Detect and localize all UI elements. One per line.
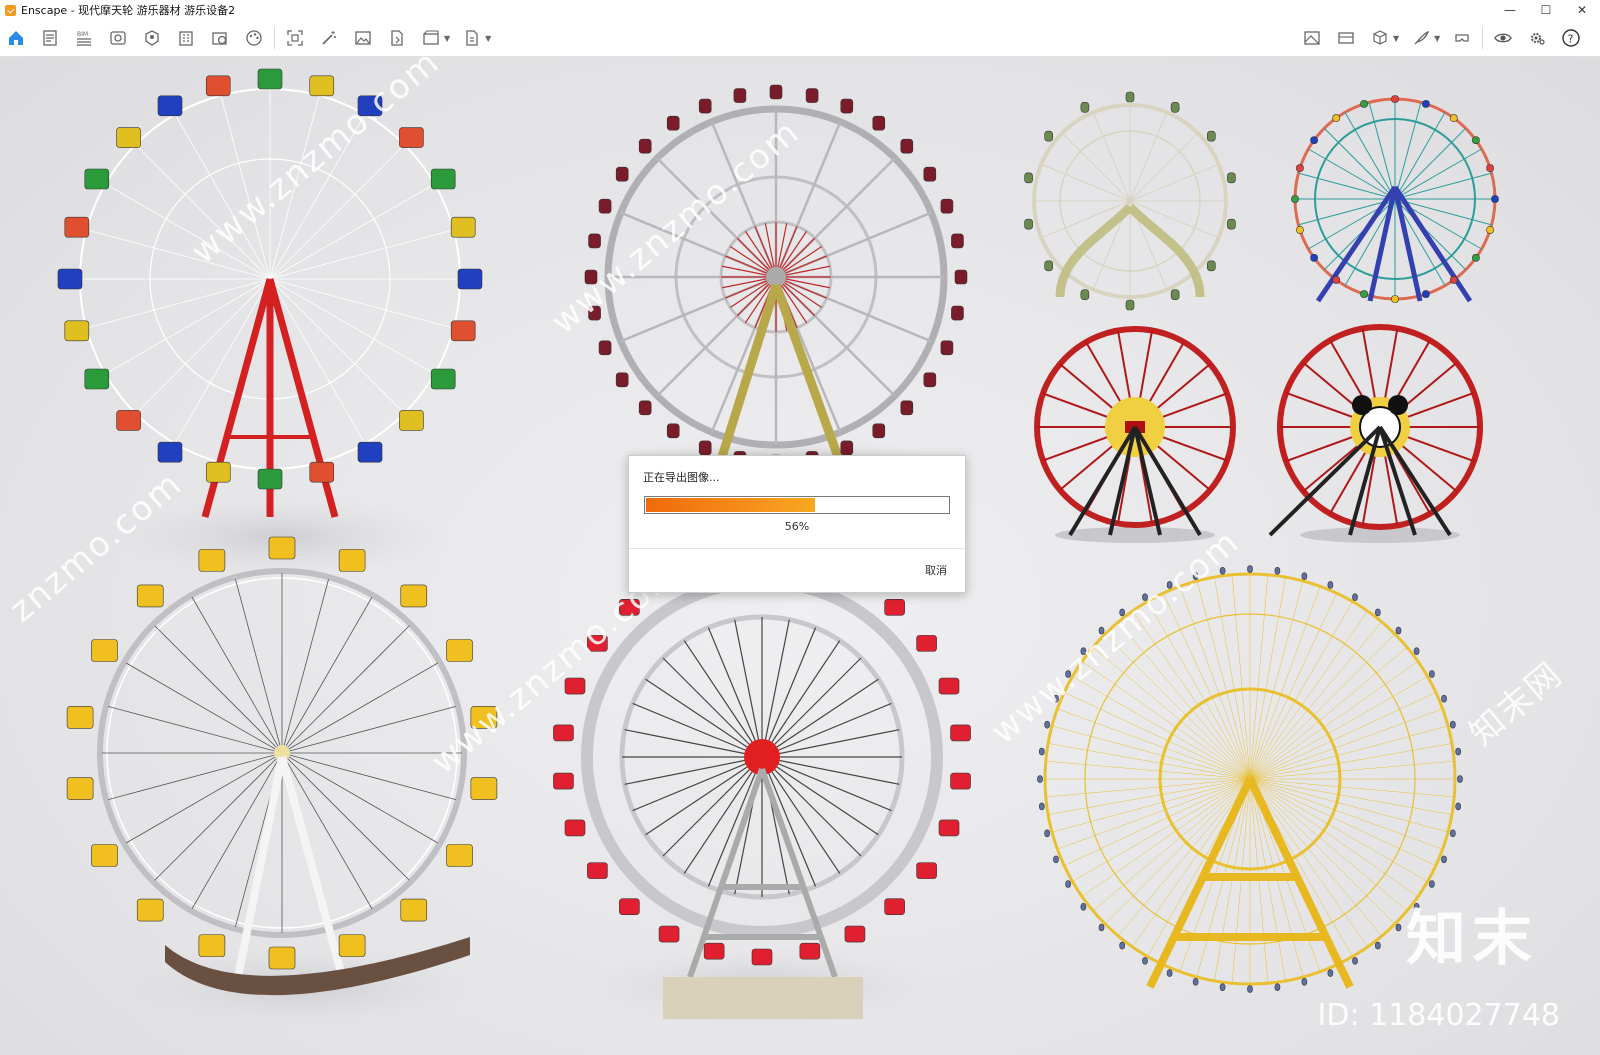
magic-wand-button[interactable] [317, 26, 341, 50]
camera-export-button[interactable] [208, 26, 232, 50]
minimize-button[interactable]: — [1492, 0, 1528, 20]
bim-icon: BIM [77, 31, 91, 46]
building-button[interactable] [174, 26, 198, 50]
screenshot-icon [287, 30, 303, 46]
chevron-down-icon[interactable]: ▼ [1434, 34, 1440, 43]
title-bar: Enscape - 现代摩天轮 游乐器材 游乐设备2 — ☐ ✕ [0, 0, 1600, 20]
feather-icon [1414, 30, 1430, 45]
ferris-wheel-yellow-gondolas [66, 536, 498, 1027]
cancel-button[interactable]: 取消 [925, 562, 947, 578]
view-button[interactable] [106, 26, 130, 50]
enscape-logo-icon [5, 4, 16, 16]
palette-button[interactable] [242, 26, 266, 50]
ferris-wheel-cream [1024, 91, 1236, 311]
settings-icon [1531, 33, 1545, 45]
toolbar-separator [274, 27, 275, 49]
dialog-divider [629, 548, 965, 549]
maximize-button[interactable]: ☐ [1528, 0, 1564, 20]
document-icon [43, 30, 57, 46]
panorama-button[interactable] [1334, 26, 1358, 50]
building-icon [179, 31, 193, 46]
asset-library-button[interactable] [140, 26, 164, 50]
feather-button[interactable] [1409, 26, 1433, 50]
eye-icon [1494, 33, 1513, 43]
toolbar-left-group: BIM ▼ ▼ [4, 26, 501, 50]
map-icon [1304, 31, 1320, 45]
toolbar-right-group: ▼ ▼ ? [1300, 26, 1593, 50]
progress-bar-fill [646, 498, 815, 512]
chevron-down-icon[interactable]: ▼ [444, 34, 450, 43]
vr-headset-icon [1455, 34, 1469, 42]
cube-icon [1373, 30, 1387, 45]
map-button[interactable] [1300, 26, 1324, 50]
home-button[interactable] [4, 26, 28, 50]
watermark-logo: 知末 [1406, 904, 1538, 974]
video-icon [423, 30, 439, 45]
chevron-down-icon[interactable]: ▼ [1393, 34, 1399, 43]
ferris-wheel-blue-tower [1291, 95, 1499, 303]
help-button[interactable]: ? [1559, 26, 1583, 50]
eye-button[interactable] [1491, 26, 1515, 50]
export-progress-bar [644, 496, 950, 514]
panorama-icon [1338, 32, 1354, 44]
main-toolbar: BIM ▼ ▼ ▼ ▼ ? [0, 20, 1600, 79]
progress-percent-label: 56% [784, 520, 810, 533]
home-icon [9, 31, 23, 45]
svg-text:BIM: BIM [77, 31, 88, 38]
view-icon [110, 31, 126, 45]
window-title: Enscape - 现代摩天轮 游乐器材 游乐设备2 [21, 4, 236, 17]
help-icon: ? [1562, 29, 1581, 47]
bim-button[interactable]: BIM [72, 26, 96, 50]
document-button[interactable] [38, 26, 62, 50]
cube-button[interactable] [1368, 26, 1392, 50]
vr-headset-button[interactable] [1450, 26, 1474, 50]
magic-wand-icon [322, 31, 336, 45]
file-export-button[interactable] [385, 26, 409, 50]
toolbar-separator [1482, 27, 1484, 49]
image-icon [355, 31, 371, 45]
video-button[interactable] [419, 26, 443, 50]
batch-export-icon [466, 30, 478, 46]
export-progress-dialog: 正在导出图像... 56% 取消 [628, 455, 966, 593]
settings-button[interactable] [1525, 26, 1549, 50]
palette-icon [246, 30, 262, 46]
window-controls: — ☐ ✕ [1492, 0, 1600, 20]
file-export-icon [391, 30, 403, 46]
close-button[interactable]: ✕ [1564, 0, 1600, 20]
image-button[interactable] [351, 26, 375, 50]
dialog-title: 正在导出图像... [643, 471, 720, 484]
ferris-wheel-red-mickey [1268, 324, 1483, 543]
screenshot-button[interactable] [283, 26, 307, 50]
asset-icon [145, 30, 159, 46]
watermark-id: ID: 1184027748 [1317, 998, 1560, 1033]
camera-export-icon [212, 32, 227, 45]
batch-export-button[interactable] [460, 26, 484, 50]
chevron-down-icon[interactable]: ▼ [485, 34, 491, 43]
ferris-wheel-red-sun [1034, 326, 1236, 543]
svg-text:?: ? [1568, 32, 1574, 45]
